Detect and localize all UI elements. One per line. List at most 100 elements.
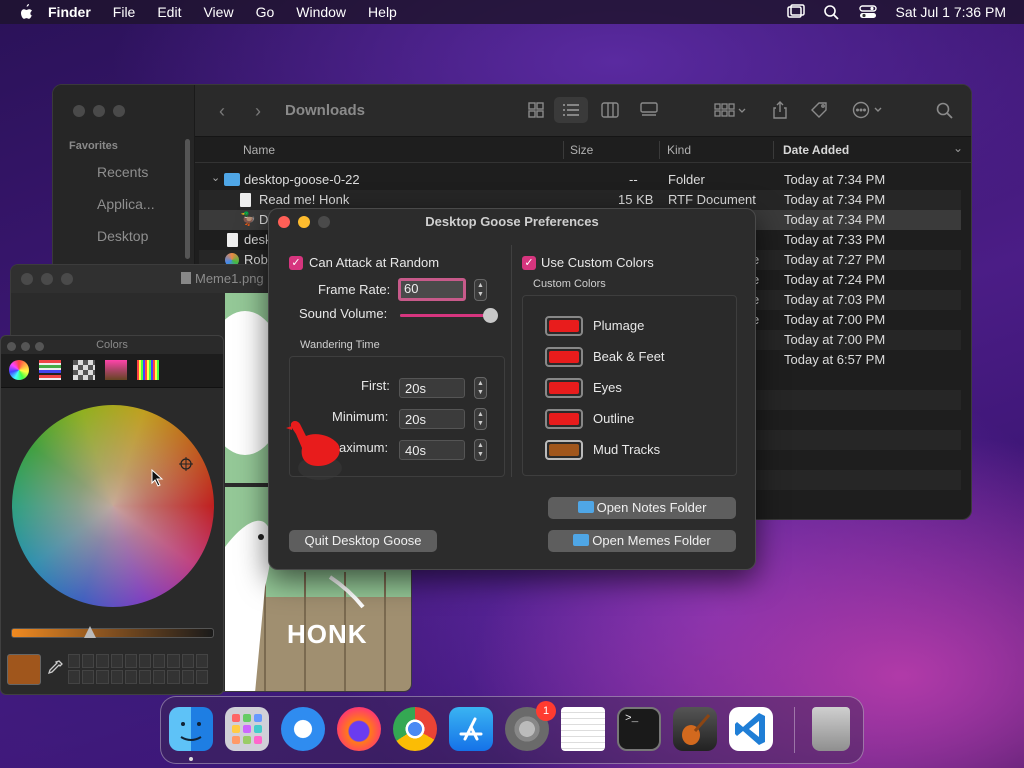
column-view-icon[interactable] — [600, 101, 620, 119]
menu-file[interactable]: File — [113, 4, 136, 20]
control-center-icon[interactable] — [859, 4, 878, 20]
minimum-input[interactable]: 20s — [399, 409, 465, 429]
eyes-swatch — [549, 382, 579, 394]
folder-icon — [577, 501, 594, 513]
quit-desktop-goose-button[interactable]: Quit Desktop Goose — [289, 530, 437, 552]
forward-arrow-icon[interactable]: › — [255, 101, 261, 122]
icon-view-icon[interactable] — [526, 101, 546, 119]
minimum-stepper[interactable]: ▲ ▼ — [474, 408, 487, 430]
share-icon[interactable] — [770, 101, 790, 119]
attack-random-checkbox[interactable]: ✓ — [289, 256, 303, 270]
meme-title-text: Meme1.png — [195, 271, 264, 286]
column-date-added[interactable]: Date Added — [783, 143, 849, 157]
tag-icon[interactable] — [809, 101, 829, 119]
gallery-view-icon[interactable] — [639, 101, 659, 119]
close-button[interactable] — [21, 273, 33, 285]
sort-chevron-icon[interactable]: ⌄ — [953, 141, 963, 155]
file-date: Today at 7:03 PM — [784, 292, 886, 307]
sound-volume-knob[interactable] — [483, 308, 499, 323]
brightness-slider-knob[interactable] — [84, 626, 96, 638]
maximum-stepper[interactable]: ▲ ▼ — [474, 439, 487, 461]
table-row[interactable]: Read me! Honk 15 KB RTF Document Today a… — [199, 190, 961, 210]
table-row[interactable]: ⌄ desktop-goose-0-22 -- Folder Today at … — [199, 170, 961, 190]
beak-feet-color-well[interactable] — [545, 347, 583, 367]
dock: 1 >_ — [160, 696, 864, 764]
saved-swatches[interactable] — [68, 654, 208, 684]
zoom-button[interactable] — [61, 273, 73, 285]
first-stepper[interactable]: ▲ ▼ — [474, 377, 487, 399]
finder-face-icon — [180, 722, 202, 741]
menu-view[interactable]: View — [203, 4, 233, 20]
column-name[interactable]: Name — [243, 143, 275, 157]
search-icon[interactable] — [935, 101, 955, 119]
plumage-color-well[interactable] — [545, 316, 583, 336]
frame-rate-stepper[interactable]: ▲ ▼ — [474, 279, 487, 301]
more-actions-icon[interactable] — [851, 101, 885, 119]
minimize-button[interactable] — [93, 105, 105, 117]
eyedropper-icon[interactable] — [47, 660, 63, 678]
menu-help[interactable]: Help — [368, 4, 397, 20]
spotlight-search-icon[interactable] — [823, 4, 841, 20]
garageband-icon[interactable] — [673, 707, 717, 751]
vscode-icon[interactable] — [729, 707, 773, 751]
close-button[interactable] — [73, 105, 85, 117]
back-arrow-icon[interactable]: ‹ — [219, 101, 225, 122]
use-custom-colors-checkbox[interactable]: ✓ — [522, 256, 536, 270]
menu-window[interactable]: Window — [296, 4, 346, 20]
apple-menu-icon[interactable] — [18, 3, 34, 21]
menu-go[interactable]: Go — [256, 4, 275, 20]
app-store-glyph-icon — [459, 717, 483, 741]
color-wheel-icon[interactable] — [9, 360, 29, 380]
menu-edit[interactable]: Edit — [157, 4, 181, 20]
window-title: Downloads — [285, 102, 366, 119]
firefox-icon[interactable] — [337, 707, 381, 751]
app-store-icon[interactable] — [449, 707, 493, 751]
column-size[interactable]: Size — [570, 143, 593, 157]
menubar-clock[interactable]: Sat Jul 1 7:36 PM — [895, 4, 1006, 20]
file-name: D — [259, 212, 269, 227]
open-memes-folder-button[interactable]: Open Memes Folder — [548, 530, 736, 552]
list-view-icon[interactable] — [561, 101, 581, 119]
prefs-title: Desktop Goose Preferences — [425, 214, 599, 229]
color-wheel-crosshair-icon[interactable] — [179, 457, 193, 471]
crayons-icon[interactable] — [137, 360, 159, 380]
finder-icon[interactable] — [169, 707, 213, 751]
color-wheel[interactable] — [12, 405, 214, 607]
group-by-icon[interactable] — [713, 101, 747, 119]
sidebar-item-applications[interactable]: Applica... — [97, 196, 155, 212]
mud-tracks-color-well[interactable] — [545, 440, 583, 460]
sidebar-item-recents[interactable]: Recents — [97, 164, 148, 180]
outline-color-well[interactable] — [545, 409, 583, 429]
menu-app-finder[interactable]: Finder — [48, 4, 91, 20]
textedit-icon[interactable] — [561, 707, 605, 751]
screen-mirroring-icon[interactable] — [787, 4, 806, 20]
meme-caption: HONK — [287, 619, 368, 649]
current-color-swatch[interactable] — [7, 654, 41, 685]
eyes-color-well[interactable] — [545, 378, 583, 398]
eyes-label: Eyes — [593, 380, 622, 395]
terminal-icon[interactable]: >_ — [617, 707, 661, 751]
file-date: Today at 7:34 PM — [784, 172, 886, 187]
safari-icon[interactable] — [281, 707, 325, 751]
minimize-button[interactable] — [41, 273, 53, 285]
colors-toolbar — [1, 354, 223, 388]
frame-rate-input[interactable]: 60 — [398, 278, 466, 301]
trash-icon[interactable] — [812, 707, 850, 751]
column-kind[interactable]: Kind — [667, 143, 691, 157]
color-sliders-icon[interactable] — [39, 360, 61, 380]
open-notes-folder-button[interactable]: Open Notes Folder — [548, 497, 736, 519]
launchpad-icon[interactable] — [225, 707, 269, 751]
disclosure-chevron-icon[interactable]: ⌄ — [211, 171, 220, 184]
image-palettes-icon[interactable] — [105, 360, 127, 380]
column-divider — [563, 141, 564, 159]
sidebar-item-desktop[interactable]: Desktop — [97, 228, 148, 244]
column-header: Name Size Kind Date Added ⌄ — [195, 137, 971, 163]
first-input[interactable]: 20s — [399, 378, 465, 398]
maximum-input[interactable]: 40s — [399, 440, 465, 460]
sidebar-scrollbar[interactable] — [185, 139, 190, 259]
color-palettes-icon[interactable] — [73, 360, 95, 380]
zoom-button[interactable] — [113, 105, 125, 117]
brightness-slider[interactable] — [11, 628, 214, 638]
desktop-goose-sprite[interactable] — [284, 414, 346, 480]
chrome-icon[interactable] — [393, 707, 437, 751]
